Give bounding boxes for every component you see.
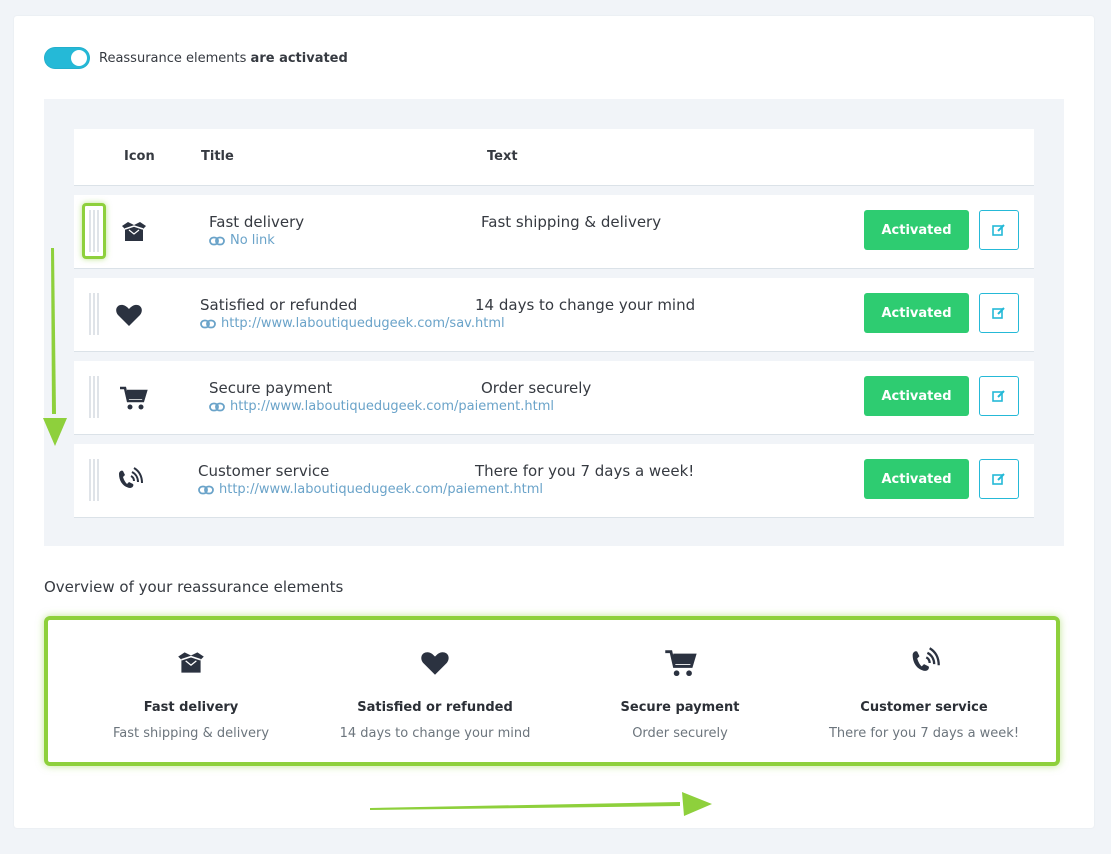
edit-button[interactable] xyxy=(979,459,1019,499)
row-title: Secure payment xyxy=(209,379,333,397)
right-arrow-annotation xyxy=(370,792,712,816)
link-icon xyxy=(209,402,225,411)
toggle-label: Reassurance elements are activated xyxy=(99,50,348,66)
row-link-text: http://www.laboutiquedugeek.com/paiement… xyxy=(230,399,554,414)
header-icon: Icon xyxy=(124,149,155,164)
table-row: Fast delivery No link Fast shipping & de… xyxy=(74,195,1034,269)
phone-icon xyxy=(114,466,144,496)
edit-icon xyxy=(992,307,1005,319)
table-row: Secure payment http://www.laboutiqueduge… xyxy=(74,361,1034,435)
table-row: Satisfied or refunded http://www.labouti… xyxy=(74,278,1034,352)
activated-button[interactable]: Activated xyxy=(864,210,969,250)
drag-handle[interactable] xyxy=(89,459,99,501)
reassurance-table-container: Icon Title Text Fast delivery No link Fa… xyxy=(44,99,1064,546)
row-text: 14 days to change your mind xyxy=(475,296,696,314)
header-text: Text xyxy=(487,149,518,164)
cart-icon xyxy=(118,383,148,413)
box-icon xyxy=(66,646,316,680)
heart-icon xyxy=(114,300,144,330)
row-link[interactable]: http://www.laboutiquedugeek.com/paiement… xyxy=(198,482,543,497)
edit-button[interactable] xyxy=(979,210,1019,250)
edit-icon xyxy=(992,390,1005,402)
overview-item: Secure payment Order securely xyxy=(555,646,805,741)
drag-handle-highlight xyxy=(82,203,106,259)
row-link[interactable]: http://www.laboutiquedugeek.com/paiement… xyxy=(209,399,554,414)
row-title: Fast delivery xyxy=(209,213,305,231)
table-header: Icon Title Text xyxy=(74,129,1034,186)
overview-item-text: There for you 7 days a week! xyxy=(828,726,1020,741)
drag-handle[interactable] xyxy=(89,293,99,335)
overview-title: Overview of your reassurance elements xyxy=(44,578,344,596)
row-text: Fast shipping & delivery xyxy=(481,213,662,231)
overview-item: Customer service There for you 7 days a … xyxy=(799,646,1049,741)
edit-icon xyxy=(992,224,1005,236)
reassurance-toggle-row: Reassurance elements are activated xyxy=(44,47,348,69)
drag-handle[interactable] xyxy=(89,376,99,418)
activated-button[interactable]: Activated xyxy=(864,376,969,416)
down-arrow-annotation xyxy=(43,248,67,446)
reassurance-toggle[interactable] xyxy=(44,47,90,69)
row-link-text: http://www.laboutiquedugeek.com/paiement… xyxy=(219,482,543,497)
table-row: Customer service http://www.laboutiquedu… xyxy=(74,444,1034,518)
overview-item-text: Fast shipping & delivery xyxy=(112,726,270,741)
row-text: Order securely xyxy=(481,379,592,397)
row-link-text: http://www.laboutiquedugeek.com/sav.html xyxy=(221,316,505,331)
activated-button[interactable]: Activated xyxy=(864,459,969,499)
overview-item-text: 14 days to change your mind xyxy=(339,726,531,741)
overview-item-title: Fast delivery xyxy=(143,700,239,715)
toggle-knob xyxy=(71,50,87,66)
edit-icon xyxy=(992,473,1005,485)
row-text: There for you 7 days a week! xyxy=(475,462,695,480)
overview-item-title: Satisfied or refunded xyxy=(357,700,513,715)
row-link[interactable]: No link xyxy=(209,233,275,248)
edit-button[interactable] xyxy=(979,376,1019,416)
overview-item: Fast delivery Fast shipping & delivery xyxy=(66,646,316,741)
overview-item-title: Secure payment xyxy=(620,700,740,715)
row-link-text: No link xyxy=(230,233,275,248)
overview-item-text: Order securely xyxy=(632,726,728,741)
header-title: Title xyxy=(201,149,234,164)
cart-icon xyxy=(555,646,805,680)
edit-button[interactable] xyxy=(979,293,1019,333)
heart-icon xyxy=(310,646,560,680)
overview-preview: Fast delivery Fast shipping & delivery S… xyxy=(44,616,1060,766)
row-title: Customer service xyxy=(198,462,330,480)
link-icon xyxy=(198,485,214,494)
link-icon xyxy=(200,319,216,328)
link-icon xyxy=(209,236,225,245)
box-icon xyxy=(119,217,149,247)
overview-item-title: Customer service xyxy=(860,700,988,715)
row-link[interactable]: http://www.laboutiquedugeek.com/sav.html xyxy=(200,316,505,331)
phone-icon xyxy=(799,646,1049,680)
overview-item: Satisfied or refunded 14 days to change … xyxy=(310,646,560,741)
activated-button[interactable]: Activated xyxy=(864,293,969,333)
row-title: Satisfied or refunded xyxy=(200,296,358,314)
